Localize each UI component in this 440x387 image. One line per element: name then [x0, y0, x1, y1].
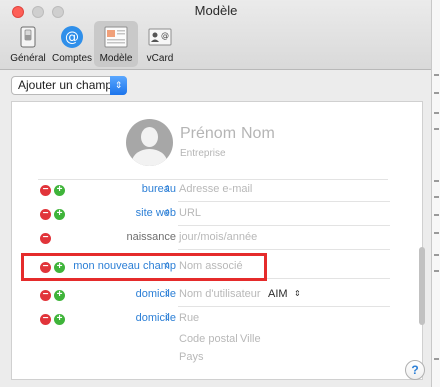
- scrollbar-thumb[interactable]: [419, 247, 425, 325]
- tab-template-label: Modèle: [99, 53, 133, 64]
- tab-general[interactable]: Général: [6, 21, 50, 67]
- field-row-im: − + domicile ⇕ Nom d'utilisateur AIM ⇕: [12, 284, 424, 307]
- chevron-updown-icon: ⇕: [164, 313, 171, 322]
- tab-template[interactable]: Modèle: [94, 21, 138, 67]
- field-label-popup[interactable]: bureau: [142, 183, 176, 195]
- chevron-updown-icon: ⇕: [294, 289, 301, 298]
- username-field[interactable]: Nom d'utilisateur: [179, 288, 261, 300]
- city-field[interactable]: Ville: [240, 333, 261, 345]
- contact-template-card: Prénom Nom Entreprise − + bureau ⇕ Adres…: [11, 101, 423, 380]
- add-field-button[interactable]: +: [54, 262, 65, 273]
- window-title: Modèle: [194, 3, 238, 18]
- remove-field-button[interactable]: −: [40, 262, 51, 273]
- chevron-updown-icon: ⇕: [164, 289, 171, 298]
- remove-field-button[interactable]: −: [40, 185, 51, 196]
- chevron-updown-icon: ⇕: [164, 184, 171, 193]
- avatar[interactable]: [126, 119, 173, 166]
- im-service-popup[interactable]: AIM: [268, 288, 288, 300]
- tab-accounts[interactable]: @ Comptes: [50, 21, 94, 67]
- background-app-strip: [432, 0, 440, 387]
- field-row-birthday: − naissance jour/mois/année: [12, 227, 424, 250]
- related-name-field[interactable]: Nom associé: [179, 260, 243, 272]
- country-field[interactable]: Pays: [179, 351, 203, 363]
- url-field[interactable]: URL: [179, 207, 201, 219]
- add-field-button[interactable]: +: [54, 314, 65, 325]
- first-name-field[interactable]: Prénom: [180, 125, 236, 143]
- last-name-field[interactable]: Nom: [241, 125, 275, 143]
- tab-vcard[interactable]: @ vCard: [138, 21, 182, 67]
- svg-text:@: @: [65, 30, 79, 46]
- tab-vcard-label: vCard: [146, 53, 174, 64]
- preferences-toolbar: Général @ Comptes Modèle @ vCard: [6, 21, 182, 67]
- birthday-field[interactable]: jour/mois/année: [179, 231, 257, 243]
- field-label: naissance: [126, 231, 176, 243]
- tab-accounts-label: Comptes: [51, 53, 92, 64]
- remove-field-button[interactable]: −: [40, 233, 51, 244]
- remove-field-button[interactable]: −: [40, 314, 51, 325]
- add-field-button[interactable]: +: [54, 290, 65, 301]
- add-field-button[interactable]: +: [54, 185, 65, 196]
- add-field-label: Ajouter un champ: [18, 78, 113, 92]
- add-field-button[interactable]: +: [54, 209, 65, 220]
- svg-text:@: @: [161, 31, 169, 40]
- remove-field-button[interactable]: −: [40, 209, 51, 220]
- field-row-url: − + site web ⇕ URL: [12, 203, 424, 226]
- title-bar: Modèle Général @ Comptes Modèle @ vCard: [0, 0, 431, 70]
- field-row-address: − + domicile ⇕ Rue Code postal Ville Pay…: [12, 308, 424, 368]
- field-label-popup[interactable]: mon nouveau champ: [73, 260, 176, 272]
- street-field[interactable]: Rue: [179, 312, 199, 324]
- help-button[interactable]: ?: [405, 360, 425, 380]
- chevron-updown-icon: ⇕: [164, 261, 171, 270]
- at-icon: @: [59, 24, 85, 50]
- company-field[interactable]: Entreprise: [180, 148, 226, 159]
- preferences-window: Modèle Général @ Comptes Modèle @ vCard …: [0, 0, 432, 387]
- add-field-popup[interactable]: Ajouter un champ ⇕: [11, 76, 127, 95]
- updown-chevron-icon: ⇕: [110, 76, 127, 95]
- switch-icon: [15, 24, 41, 50]
- field-row-email: − + bureau ⇕ Adresse e-mail: [12, 179, 424, 202]
- template-icon: [103, 24, 129, 50]
- chevron-updown-icon: ⇕: [164, 208, 171, 217]
- remove-field-button[interactable]: −: [40, 290, 51, 301]
- postal-code-field[interactable]: Code postal: [179, 333, 238, 345]
- vcard-icon: @: [147, 24, 173, 50]
- field-row-custom: − + mon nouveau champ ⇕ Nom associé: [12, 256, 424, 279]
- tab-general-label: Général: [10, 53, 46, 64]
- email-field[interactable]: Adresse e-mail: [179, 183, 252, 195]
